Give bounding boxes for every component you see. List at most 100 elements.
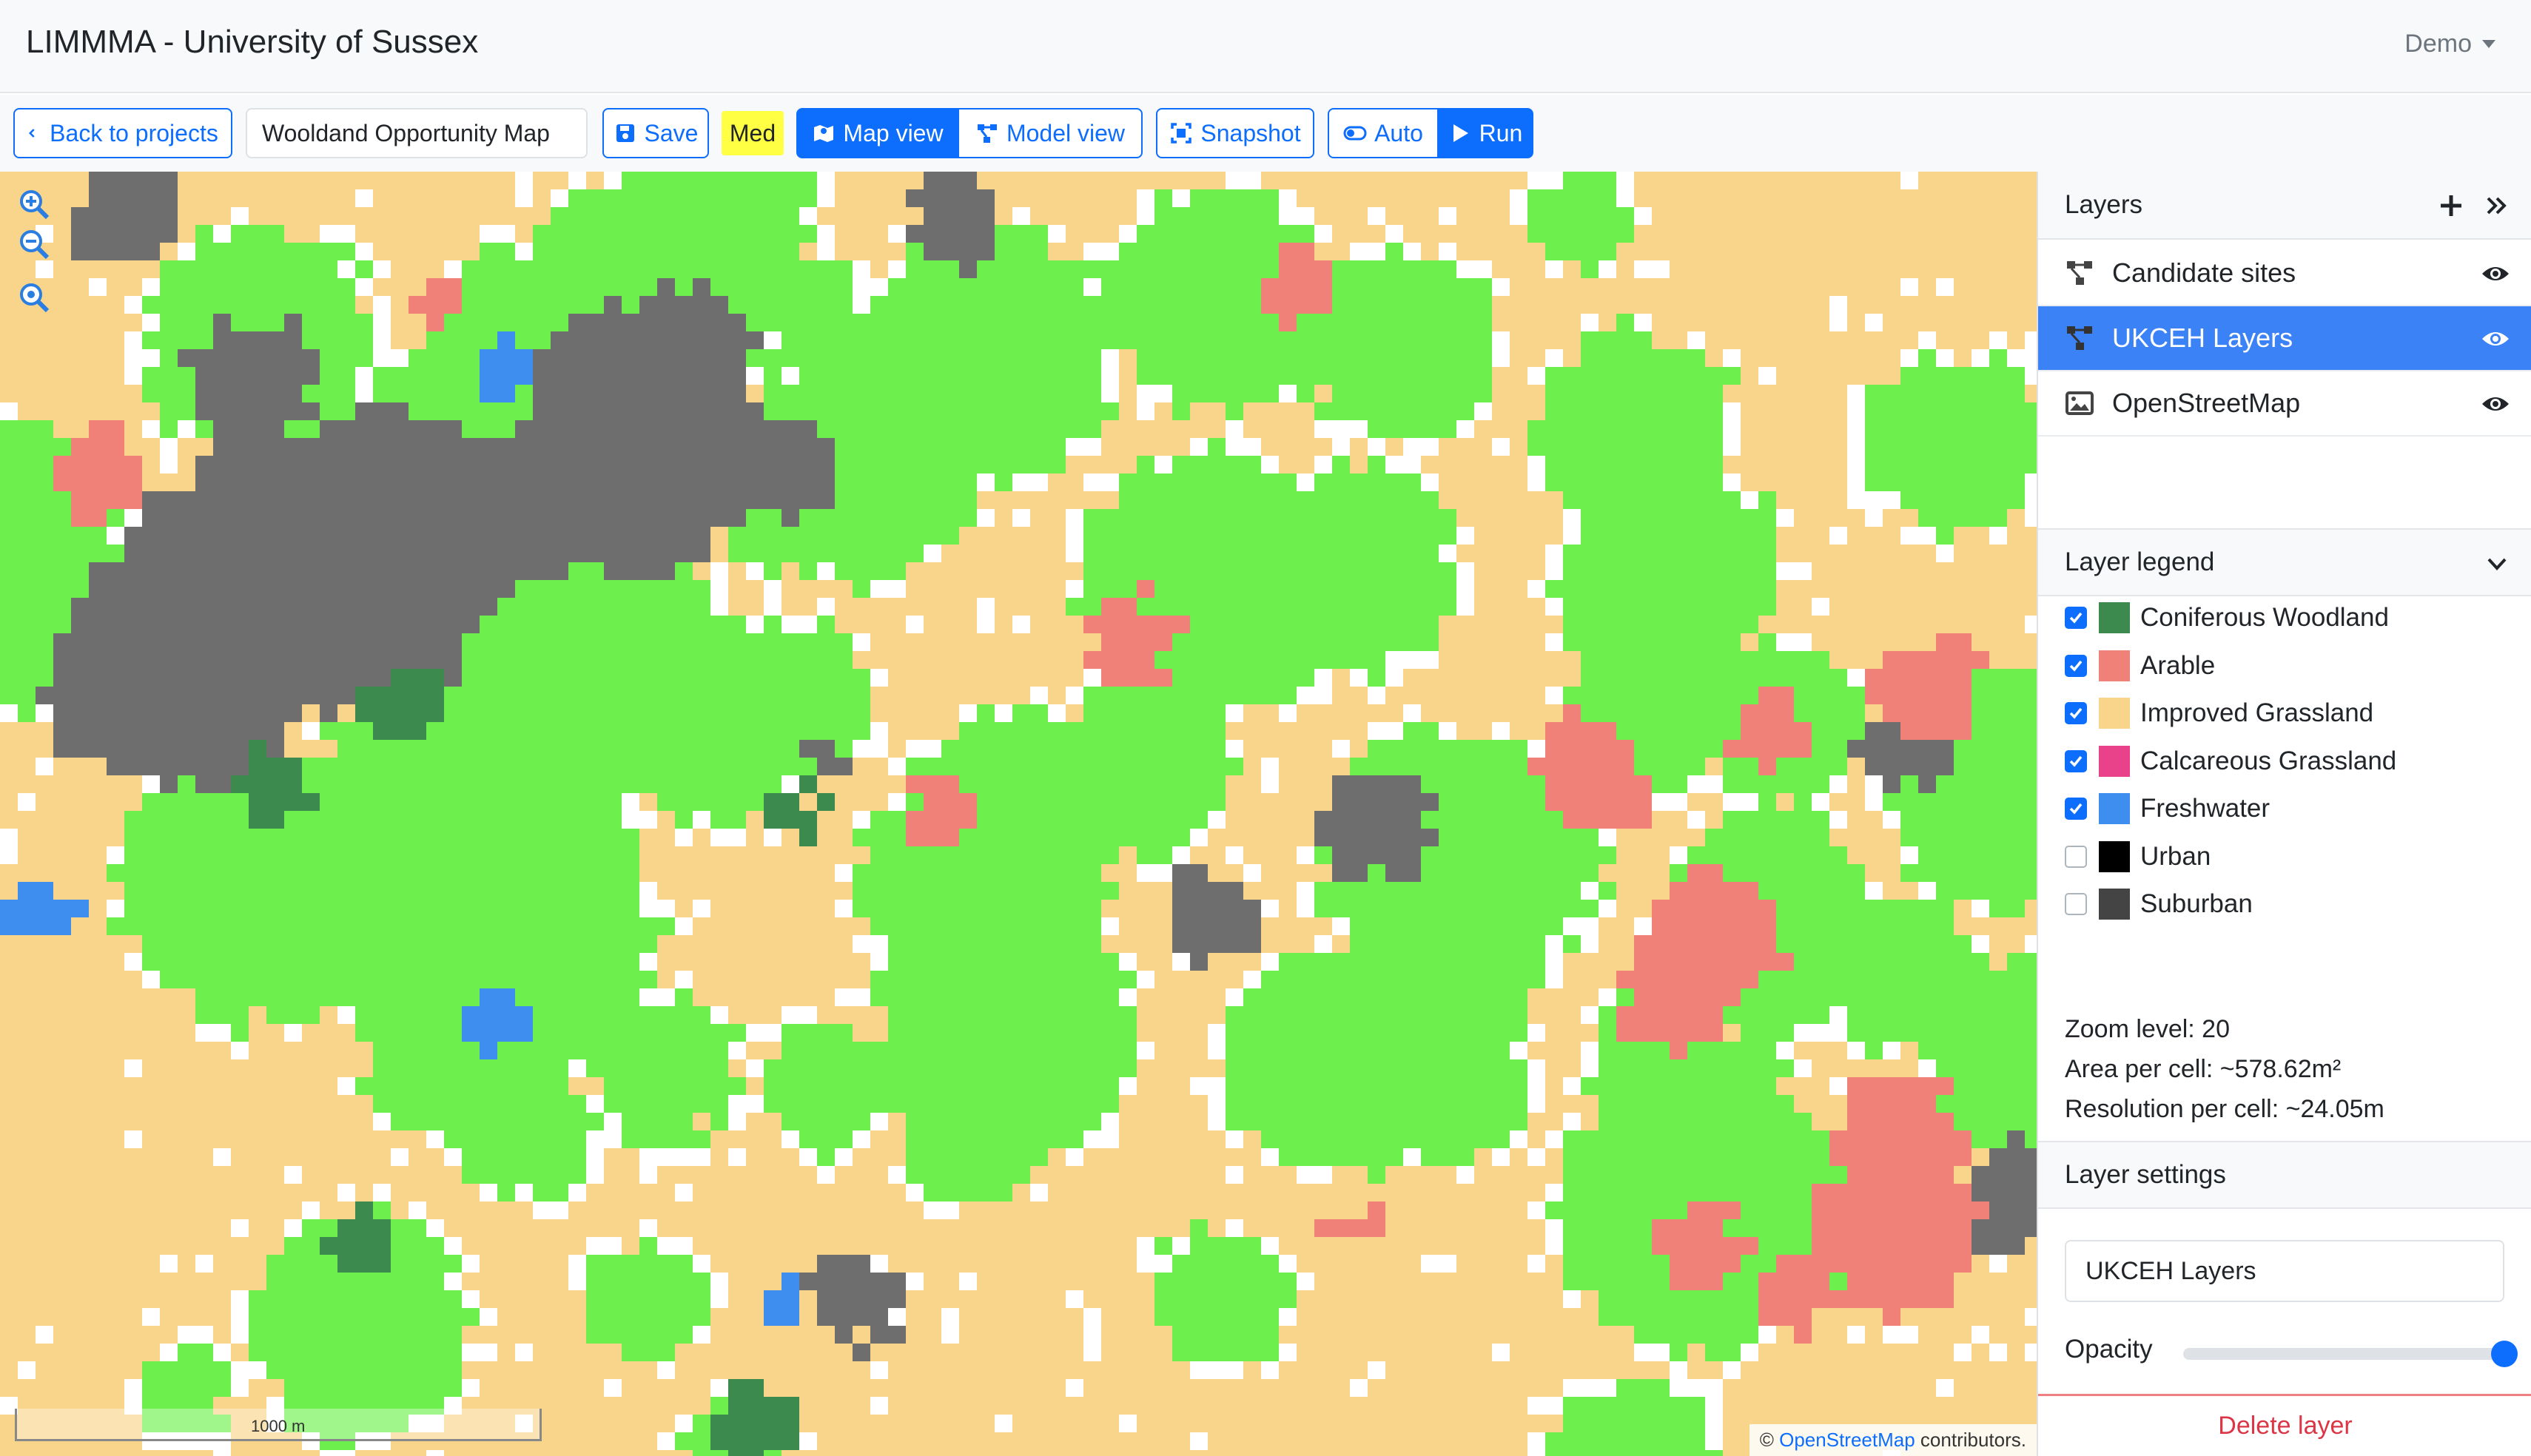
- legend-checkbox[interactable]: [2065, 893, 2087, 915]
- map-view-label: Map view: [843, 119, 944, 146]
- eye-icon[interactable]: [2481, 326, 2510, 352]
- scale-label: 1000 m: [251, 1417, 306, 1435]
- collapse-panel-icon[interactable]: [2484, 192, 2510, 219]
- check-icon: [2069, 707, 2083, 719]
- layers-header: Layers: [2038, 172, 2531, 240]
- back-to-projects-button[interactable]: Back to projects: [13, 108, 232, 158]
- model-graph-icon: [977, 124, 997, 143]
- opacity-label: Opacity: [2065, 1335, 2153, 1364]
- resolution-per-cell-text: Resolution per cell: ~24.05m: [2065, 1095, 2384, 1123]
- legend-swatch: [2099, 840, 2130, 872]
- play-icon: [1453, 124, 1468, 142]
- project-name-input[interactable]: Wooldand Opportunity Map: [246, 108, 588, 158]
- model-graph-icon: [2067, 326, 2092, 350]
- save-label: Save: [644, 119, 699, 146]
- layers-title: Layers: [2065, 190, 2143, 219]
- app-header: LIMMMA - University of Sussex Demo: [0, 0, 2531, 93]
- layer-label: UKCEH Layers: [2112, 323, 2293, 353]
- map-icon: [814, 125, 834, 142]
- zoom-out-button[interactable]: [15, 226, 53, 262]
- snapshot-icon: [1171, 123, 1192, 144]
- model-graph-icon: [2067, 261, 2092, 285]
- legend-label: Freshwater: [2140, 794, 2270, 823]
- check-icon: [2069, 755, 2083, 767]
- layer-name-input[interactable]: UKCEH Layers: [2065, 1240, 2504, 1302]
- legend-label: Arable: [2140, 650, 2216, 680]
- legend-checkbox[interactable]: [2065, 607, 2087, 629]
- legend-item: Coniferous Woodland: [2065, 598, 2389, 638]
- user-menu-label: Demo: [2404, 30, 2472, 58]
- legend-title: Layer legend: [2065, 547, 2215, 576]
- map-attribution: © OpenStreetMap contributors.: [1749, 1424, 2037, 1456]
- legend-label: Coniferous Woodland: [2140, 603, 2389, 632]
- save-button[interactable]: Save: [602, 108, 709, 158]
- map-canvas[interactable]: 1000 m © OpenStreetMap contributors.: [0, 172, 2037, 1456]
- legend-swatch: [2099, 793, 2130, 824]
- osm-link[interactable]: OpenStreetMap: [1779, 1429, 1915, 1451]
- legend-label: Improved Grassland: [2140, 698, 2374, 727]
- snapshot-button[interactable]: Snapshot: [1156, 108, 1314, 158]
- legend-swatch: [2099, 889, 2130, 920]
- zoom-fit-button[interactable]: [15, 280, 53, 315]
- scale-bar: 1000 m: [15, 1409, 542, 1441]
- run-button[interactable]: Run: [1437, 108, 1533, 158]
- zoom-in-button[interactable]: [15, 186, 53, 222]
- user-menu[interactable]: Demo: [2404, 30, 2495, 58]
- model-view-label: Model view: [1006, 119, 1126, 146]
- legend-checkbox[interactable]: [2065, 654, 2087, 677]
- model-view-button[interactable]: Model view: [958, 108, 1143, 158]
- legend-checkbox[interactable]: [2065, 702, 2087, 724]
- map-view-button[interactable]: Map view: [796, 108, 959, 158]
- eye-icon[interactable]: [2481, 391, 2510, 417]
- chevron-left-icon: [29, 129, 35, 138]
- add-layer-icon[interactable]: [2438, 192, 2464, 219]
- legend-swatch: [2099, 698, 2130, 729]
- layer-item-openstreetmap[interactable]: OpenStreetMap: [2038, 371, 2531, 437]
- legend-checkbox[interactable]: [2065, 798, 2087, 820]
- legend-header[interactable]: Layer legend: [2038, 528, 2531, 596]
- legend-label: Suburban: [2140, 889, 2253, 918]
- check-icon: [2069, 660, 2083, 672]
- save-icon: [616, 124, 634, 142]
- legend-label: Calcareous Grassland: [2140, 746, 2397, 775]
- zoom-out-icon: [20, 230, 50, 260]
- layer-item-candidate-sites[interactable]: Candidate sites: [2038, 241, 2531, 306]
- side-panel: Layers Candidate sites UKCEH Layers Open…: [2037, 172, 2531, 1456]
- legend-item: Arable: [2065, 646, 2215, 686]
- chevron-down-icon: [2487, 558, 2507, 570]
- app-title: LIMMMA - University of Sussex: [26, 24, 479, 60]
- check-icon: [2069, 612, 2083, 624]
- copyright-symbol: ©: [1759, 1429, 1774, 1451]
- legend-swatch: [2099, 602, 2130, 633]
- legend-item: Urban: [2065, 837, 2211, 877]
- snapshot-label: Snapshot: [1200, 119, 1301, 146]
- eye-icon[interactable]: [2481, 260, 2510, 287]
- layer-label: OpenStreetMap: [2112, 388, 2301, 418]
- chevron-down-icon: [2482, 40, 2495, 48]
- opacity-slider-thumb[interactable]: [2491, 1341, 2518, 1367]
- opacity-slider[interactable]: [2183, 1348, 2503, 1360]
- auto-toggle-button[interactable]: Auto: [1328, 108, 1439, 158]
- legend-item: Freshwater: [2065, 789, 2270, 829]
- auto-label: Auto: [1374, 119, 1423, 146]
- toolbar: Back to projects Wooldand Opportunity Ma…: [0, 95, 2531, 172]
- legend-checkbox[interactable]: [2065, 749, 2087, 772]
- area-per-cell-text: Area per cell: ~578.62m²: [2065, 1055, 2342, 1083]
- image-icon: [2066, 391, 2094, 415]
- check-icon: [2069, 803, 2083, 815]
- legend-swatch: [2099, 650, 2130, 681]
- zoom-fit-icon: [20, 283, 50, 313]
- zoom-in-icon: [20, 190, 50, 220]
- zoom-level-text: Zoom level: 20: [2065, 1015, 2230, 1043]
- layer-item-ukceh-layers[interactable]: UKCEH Layers: [2038, 306, 2531, 371]
- layer-settings-title: Layer settings: [2065, 1160, 2226, 1189]
- land-cover-grid: [0, 172, 2037, 1456]
- back-label: Back to projects: [50, 119, 218, 146]
- run-label: Run: [1479, 119, 1523, 146]
- legend-swatch: [2099, 745, 2130, 777]
- quality-badge[interactable]: Med: [722, 111, 784, 155]
- legend-label: Urban: [2140, 841, 2211, 871]
- legend-checkbox[interactable]: [2065, 845, 2087, 868]
- delete-layer-button[interactable]: Delete layer: [2038, 1394, 2531, 1456]
- attribution-suffix: contributors.: [1920, 1429, 2026, 1451]
